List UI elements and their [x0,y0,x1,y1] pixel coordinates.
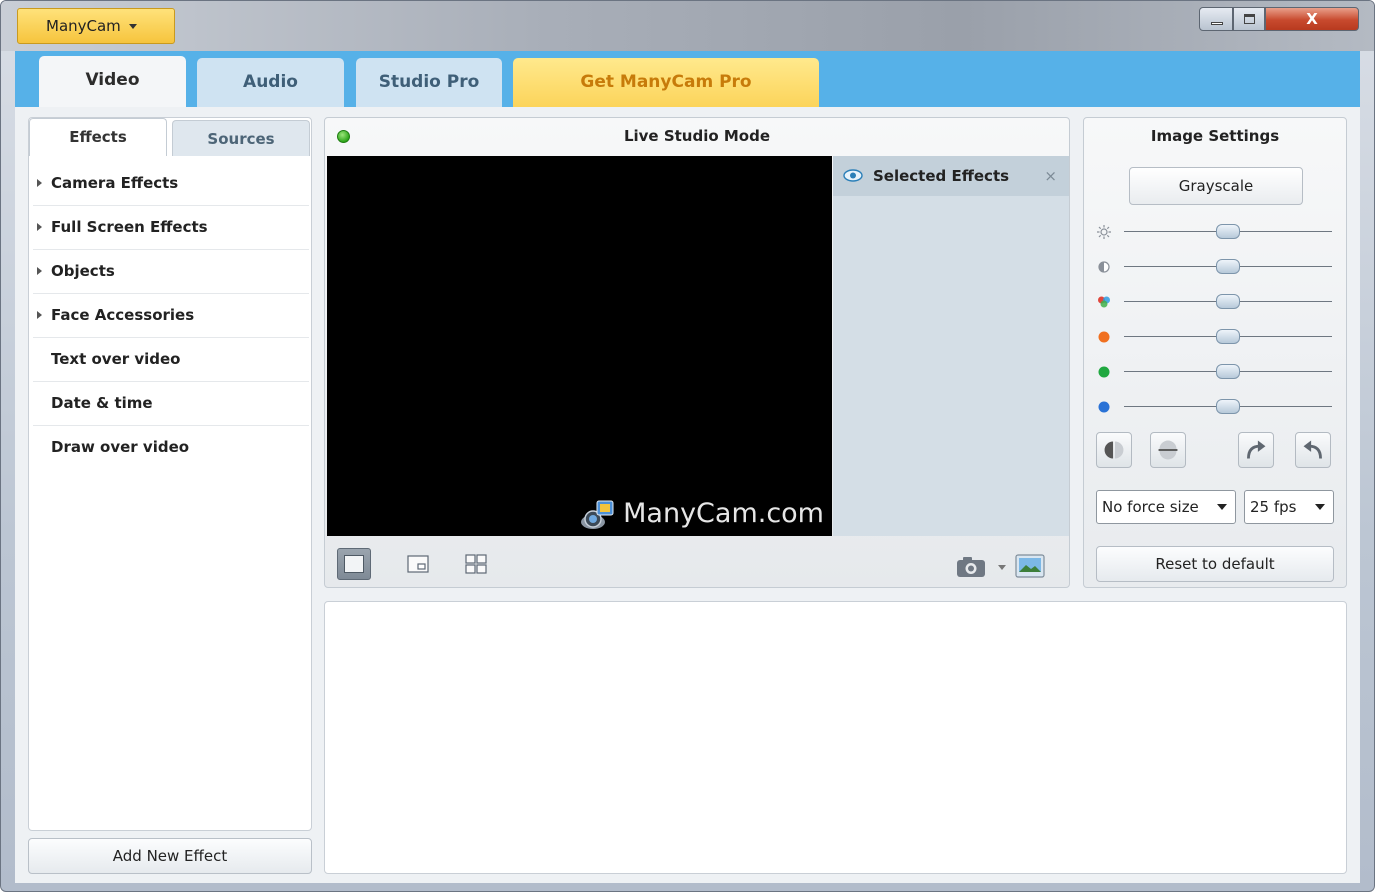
app-menu-label: ManyCam [46,17,121,35]
close-icon[interactable]: × [1044,156,1057,196]
rotate-right-icon[interactable] [1238,432,1274,468]
chevron-down-icon[interactable] [998,565,1006,570]
reset-to-default-button[interactable]: Reset to default [1096,546,1334,582]
live-status-indicator-icon [337,130,350,143]
title-bar[interactable]: ManyCam X [1,1,1374,51]
tab-studio-pro[interactable]: Studio Pro [356,58,502,107]
effect-label: Objects [51,262,115,280]
effect-date-time[interactable]: Date & time [33,382,309,426]
effect-label: Camera Effects [51,174,179,192]
contrast-slider[interactable] [1096,257,1336,277]
layout-single-button[interactable] [337,548,371,580]
image-settings-title: Image Settings [1150,127,1280,145]
video-preview[interactable]: ManyCam.com [327,156,832,536]
slider-thumb[interactable] [1216,329,1240,344]
fps-value: 25 fps [1250,498,1297,516]
rotate-left-icon[interactable] [1295,432,1331,468]
quad-view-icon[interactable] [459,548,493,580]
effect-label: Full Screen Effects [51,218,208,236]
blue-channel-slider[interactable] [1096,397,1336,417]
dropdown-arrow-icon [1217,504,1227,510]
tab-video[interactable]: Video [39,56,186,107]
effects-gallery-area[interactable] [324,601,1347,874]
minimize-icon [1211,22,1223,25]
live-studio-header: Live Studio Mode [325,118,1069,156]
brightness-icon [1097,225,1111,239]
selected-effects-panel: Selected Effects × [833,156,1069,536]
effect-category-objects[interactable]: Objects [33,250,309,294]
live-studio-title: Live Studio Mode [623,127,771,145]
effect-label: Face Accessories [51,306,195,324]
image-settings-panel: Image Settings Grayscale No force size 2… [1083,117,1347,588]
manycam-logo-icon [581,500,614,529]
brightness-slider[interactable] [1096,222,1336,242]
single-view-icon [344,555,364,573]
slider-thumb[interactable] [1216,399,1240,414]
close-icon: X [1306,10,1318,28]
fps-select[interactable]: 25 fps [1244,490,1334,524]
contrast-icon [1098,261,1110,273]
slider-thumb[interactable] [1216,224,1240,239]
red-channel-icon [1098,331,1110,343]
effect-label: Date & time [51,394,153,412]
manycam-watermark: ManyCam.com [579,498,824,531]
video-tab-content: Effects Sources Camera Effects Full Scre… [15,107,1360,883]
force-size-value: No force size [1102,498,1199,516]
effect-category-full-screen-effects[interactable]: Full Screen Effects [33,206,309,250]
effect-label: Draw over video [51,438,190,456]
effect-draw-over-video[interactable]: Draw over video [33,426,309,470]
app-menu-button[interactable]: ManyCam [17,8,175,44]
eye-icon[interactable] [843,169,863,182]
effect-category-face-accessories[interactable]: Face Accessories [33,294,309,338]
main-tab-bar: Video Audio Studio Pro Get ManyCam Pro [15,51,1360,107]
subtab-effects[interactable]: Effects [29,118,167,156]
live-toolbar [325,536,1069,587]
flip-horizontal-icon[interactable] [1096,432,1132,468]
force-size-select[interactable]: No force size [1096,490,1236,524]
slider-thumb[interactable] [1216,259,1240,274]
grayscale-button[interactable]: Grayscale [1129,167,1303,205]
expand-arrow-icon [37,223,42,231]
expand-arrow-icon [37,267,42,275]
dropdown-arrow-icon [1315,504,1325,510]
picture-in-picture-icon[interactable] [401,548,435,580]
close-button[interactable]: X [1265,7,1359,31]
red-channel-slider[interactable] [1096,327,1336,347]
saturation-slider[interactable] [1096,292,1336,312]
minimize-button[interactable] [1199,7,1233,31]
add-new-effect-button[interactable]: Add New Effect [28,838,312,874]
green-channel-icon [1098,366,1110,378]
blue-channel-icon [1098,401,1110,413]
live-studio-panel: Live Studio Mode ManyCam.com Selected Ef… [324,117,1070,588]
effect-label: Text over video [51,350,181,368]
gallery-icon[interactable] [1015,554,1045,578]
manycam-window: ManyCam X Video Audio Studio Pro Get Man… [0,0,1375,892]
green-channel-slider[interactable] [1096,362,1336,382]
saturation-icon [1098,296,1110,308]
expand-arrow-icon [37,179,42,187]
watermark-text: ManyCam.com [623,497,824,529]
tab-get-manycam-pro[interactable]: Get ManyCam Pro [513,58,819,107]
chevron-down-icon [128,24,137,29]
effect-category-camera-effects[interactable]: Camera Effects [33,162,309,206]
slider-thumb[interactable] [1216,364,1240,379]
selected-effects-header: Selected Effects × [833,156,1069,196]
camera-snapshot-icon[interactable] [955,556,987,578]
slider-thumb[interactable] [1216,294,1240,309]
tab-audio[interactable]: Audio [197,58,344,107]
effects-panel: Effects Sources Camera Effects Full Scre… [28,117,312,831]
effect-text-over-video[interactable]: Text over video [33,338,309,382]
flip-vertical-icon[interactable] [1150,432,1186,468]
effects-list: Camera Effects Full Screen Effects Objec… [33,162,309,470]
maximize-icon [1244,14,1255,24]
subtab-sources[interactable]: Sources [172,120,310,156]
selected-effects-title: Selected Effects [873,167,1010,185]
expand-arrow-icon [37,311,42,319]
maximize-button[interactable] [1233,7,1265,31]
